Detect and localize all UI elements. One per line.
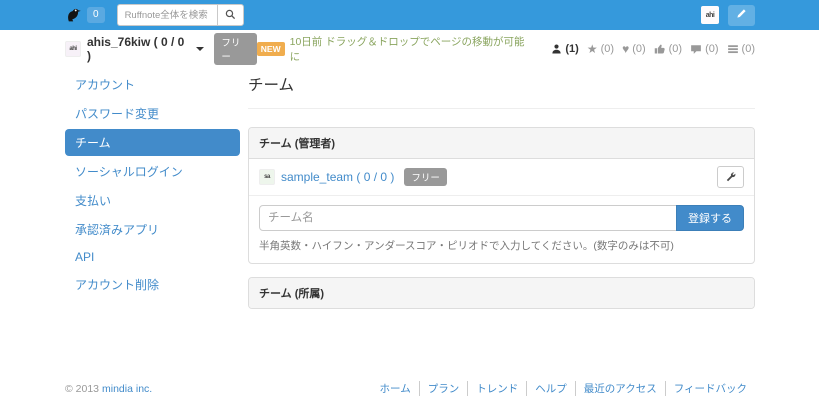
user-icon	[551, 43, 562, 55]
sidebar-item-payment[interactable]: 支払い	[65, 187, 240, 214]
team-link[interactable]: sample_team ( 0 / 0 )	[281, 170, 394, 184]
stat-count: (0)	[669, 43, 682, 55]
sidebar-item-delete-account[interactable]: アカウント削除	[65, 271, 240, 298]
sidebar-item-account[interactable]: アカウント	[65, 71, 240, 98]
bird-logo-icon[interactable]	[65, 7, 82, 23]
team-plan-badge: フリー	[404, 168, 447, 186]
stat-count: (0)	[632, 43, 645, 55]
pencil-icon	[736, 8, 747, 22]
stat-count: (0)	[705, 43, 718, 55]
team-name-input[interactable]	[259, 205, 677, 231]
chevron-down-icon[interactable]	[196, 47, 204, 51]
page-title: チーム	[248, 71, 755, 109]
stat-count: (0)	[601, 43, 614, 55]
create-team-form: 登録する 半角英数・ハイフン・アンダースコア・ピリオドで入力してください。(数字…	[249, 196, 754, 263]
footer-links: ホーム プラン トレンド ヘルプ 最近のアクセス フィードバック	[372, 381, 755, 396]
stat-count: (0)	[742, 43, 755, 55]
footer: © 2013 mindia inc. ホーム プラン トレンド ヘルプ 最近のア…	[65, 381, 755, 396]
star-icon: ★	[587, 43, 598, 55]
copyright-text: © 2013	[65, 383, 99, 395]
new-badge: NEW	[257, 42, 285, 56]
user-avatar[interactable]: ahi	[701, 6, 719, 24]
search-input[interactable]	[117, 4, 217, 26]
stars-stat[interactable]: ★ (0)	[587, 43, 614, 55]
sidebar-item-authorized-apps[interactable]: 承認済みアプリ	[65, 216, 240, 243]
team-settings-button[interactable]	[717, 166, 744, 188]
search-icon	[225, 8, 236, 23]
followers-stat[interactable]: (1)	[551, 43, 578, 55]
sidebar-item-social-login[interactable]: ソーシャルログイン	[65, 158, 240, 185]
plan-badge: フリー	[214, 33, 256, 65]
team-name-helper-text: 半角英数・ハイフン・アンダースコア・ピリオドで入力してください。(数字のみは不可…	[259, 238, 744, 253]
notification-count-badge[interactable]: 0	[87, 7, 105, 23]
thumbs-up-stat[interactable]: (0)	[654, 43, 682, 55]
heart-icon: ♥	[622, 43, 629, 55]
list-icon	[727, 43, 739, 55]
company-link[interactable]: mindia inc.	[102, 383, 152, 395]
new-page-button[interactable]	[728, 5, 755, 26]
thumbs-up-icon	[654, 43, 666, 55]
member-team-panel: チーム (所属)	[248, 277, 755, 309]
comments-stat[interactable]: (0)	[690, 43, 718, 55]
sidebar-item-api[interactable]: API	[65, 245, 240, 269]
team-row: sa sample_team ( 0 / 0 ) フリー	[249, 159, 754, 196]
user-avatar-small: ahi	[65, 41, 81, 57]
stat-count: (1)	[565, 43, 578, 55]
register-team-button[interactable]: 登録する	[676, 205, 744, 231]
user-stats: (1) ★ (0) ♥ (0) (0	[543, 43, 755, 55]
sidebar-item-password[interactable]: パスワード変更	[65, 100, 240, 127]
footer-link-feedback[interactable]: フィードバック	[674, 383, 747, 395]
announcement-link[interactable]: 10日前 ドラッグ＆ドロップでページの移動が可能に	[290, 34, 534, 64]
user-bar: ahi ahis_76kiw ( 0 / 0 ) フリー NEW 10日前 ドラ…	[65, 39, 755, 59]
footer-link-trend[interactable]: トレンド	[476, 383, 518, 395]
footer-link-home[interactable]: ホーム	[380, 383, 411, 395]
likes-stat[interactable]: ♥ (0)	[622, 43, 646, 55]
admin-team-panel: チーム (管理者) sa sample_team ( 0 / 0 ) フリー	[248, 127, 755, 264]
topbar: 0 ahi	[0, 0, 819, 30]
comment-icon	[690, 43, 702, 55]
settings-sidebar: アカウント パスワード変更 チーム ソーシャルログイン 支払い 承認済みアプリ …	[65, 71, 240, 300]
sidebar-item-team[interactable]: チーム	[65, 129, 240, 156]
wrench-icon	[725, 170, 736, 185]
footer-link-help[interactable]: ヘルプ	[535, 383, 567, 395]
footer-link-recent-access[interactable]: 最近のアクセス	[584, 383, 657, 395]
pages-stat[interactable]: (0)	[727, 43, 755, 55]
site-search	[117, 4, 244, 26]
search-button[interactable]	[217, 4, 244, 26]
footer-link-plan[interactable]: プラン	[428, 383, 460, 395]
admin-panel-header: チーム (管理者)	[249, 128, 754, 159]
member-panel-header: チーム (所属)	[249, 278, 754, 308]
team-avatar: sa	[259, 169, 275, 185]
username-dropdown[interactable]: ahis_76kiw ( 0 / 0 )	[87, 35, 191, 63]
